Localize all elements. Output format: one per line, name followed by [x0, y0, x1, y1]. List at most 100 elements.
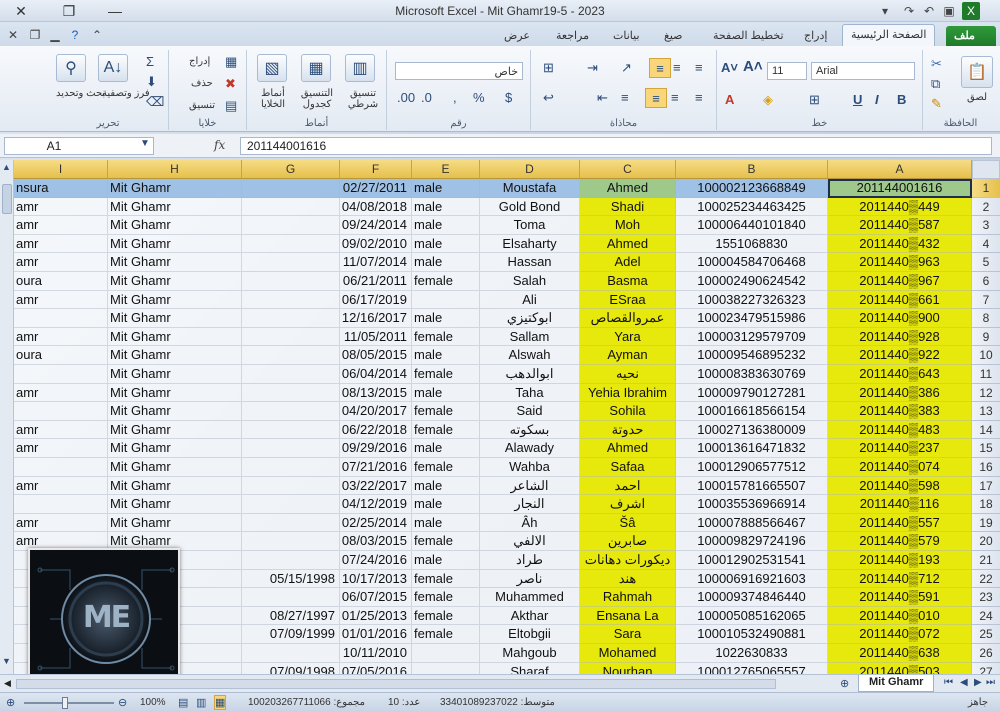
- cell-g6[interactable]: [242, 272, 340, 291]
- copy-icon[interactable]: ⧉: [931, 76, 940, 92]
- cell-d9[interactable]: Sallam: [480, 327, 580, 347]
- cell-f12[interactable]: 08/13/2015: [340, 383, 412, 403]
- cell-h6[interactable]: Mit Ghamr: [108, 272, 242, 291]
- cell-i17[interactable]: amr: [14, 476, 108, 496]
- sort-filter-label[interactable]: فرز وتصفية: [102, 88, 150, 99]
- cell-h2[interactable]: Mit Ghamr: [108, 197, 242, 217]
- justify-icon[interactable]: ≡: [695, 90, 703, 105]
- sheet-tab-mit-ghamr[interactable]: Mit Ghamr: [858, 675, 935, 692]
- cell-i14[interactable]: amr: [14, 420, 108, 440]
- cell-g17[interactable]: [242, 476, 340, 496]
- cell-i4[interactable]: amr: [14, 234, 108, 254]
- row-header[interactable]: 16: [972, 458, 1000, 477]
- cell-c7[interactable]: ESraa: [580, 290, 676, 310]
- cell-c14[interactable]: حدوتة: [580, 420, 676, 440]
- cell-f3[interactable]: 09/24/2014: [340, 216, 412, 235]
- row-header[interactable]: 4: [972, 234, 1000, 254]
- column-header-c[interactable]: C: [580, 160, 676, 179]
- minimize-workbook-icon[interactable]: ▁: [46, 26, 64, 44]
- cell-c3[interactable]: Moh: [580, 216, 676, 235]
- cell-d2[interactable]: Gold Bond: [480, 197, 580, 217]
- row-header[interactable]: 17: [972, 476, 1000, 496]
- cell-c4[interactable]: Ahmed: [580, 234, 676, 254]
- cell-i15[interactable]: amr: [14, 439, 108, 458]
- cell-g19[interactable]: [242, 513, 340, 533]
- cell-e8[interactable]: male: [412, 309, 480, 328]
- align-middle-icon[interactable]: ≡: [673, 60, 681, 75]
- orientation-icon[interactable]: ↗: [621, 60, 632, 76]
- cell-b17[interactable]: 100015781665507: [676, 476, 828, 496]
- cell-d18[interactable]: النجار: [480, 495, 580, 514]
- cell-g1[interactable]: [242, 179, 340, 198]
- cell-a1[interactable]: 201144001616: [828, 179, 972, 198]
- cell-e10[interactable]: male: [412, 346, 480, 365]
- scroll-up-icon[interactable]: ▲: [2, 162, 11, 172]
- sort-filter-icon[interactable]: A↓: [98, 54, 128, 82]
- row-header[interactable]: 5: [972, 253, 1000, 272]
- grow-font-icon[interactable]: A˄: [743, 58, 763, 75]
- insert-cells-icon[interactable]: ▦: [225, 54, 237, 70]
- cell-i3[interactable]: amr: [14, 216, 108, 235]
- clear-icon[interactable]: ⌫: [146, 94, 164, 110]
- cell-h7[interactable]: Mit Ghamr: [108, 290, 242, 310]
- cell-c22[interactable]: هند: [580, 569, 676, 589]
- excel-app-icon[interactable]: X: [962, 2, 980, 20]
- row-header[interactable]: 18: [972, 495, 1000, 514]
- cell-h3[interactable]: Mit Ghamr: [108, 216, 242, 235]
- formula-input[interactable]: 201144001616: [240, 137, 992, 155]
- column-header-g[interactable]: G: [242, 160, 340, 179]
- cell-c26[interactable]: Mohamed: [580, 644, 676, 663]
- cell-d13[interactable]: Said: [480, 402, 580, 421]
- cell-e5[interactable]: male: [412, 253, 480, 272]
- redo-icon[interactable]: ↷: [900, 2, 918, 20]
- cell-a13[interactable]: 2011440▒383: [828, 402, 972, 421]
- cell-e27[interactable]: [412, 662, 480, 674]
- cell-f25[interactable]: 01/01/2016: [340, 625, 412, 644]
- cell-h5[interactable]: Mit Ghamr: [108, 253, 242, 272]
- row-header[interactable]: 23: [972, 588, 1000, 607]
- cell-g26[interactable]: [242, 644, 340, 663]
- cell-b23[interactable]: 100009374846440: [676, 588, 828, 607]
- row-header[interactable]: 9: [972, 327, 1000, 347]
- cell-b18[interactable]: 100035536966914: [676, 495, 828, 514]
- number-format-select[interactable]: خاص: [395, 62, 523, 80]
- cell-a17[interactable]: 2011440▒598: [828, 476, 972, 496]
- cell-a10[interactable]: 2011440▒922: [828, 346, 972, 365]
- cell-e6[interactable]: female: [412, 272, 480, 291]
- fill-icon[interactable]: ⬇: [146, 74, 157, 90]
- insert-sheet-icon[interactable]: ⊕: [840, 677, 849, 690]
- cell-e23[interactable]: female: [412, 588, 480, 607]
- font-color-icon[interactable]: A: [725, 92, 734, 107]
- font-size-select[interactable]: 11: [767, 62, 807, 80]
- cell-f9[interactable]: 11/05/2011: [340, 327, 412, 347]
- cell-f21[interactable]: 07/24/2016: [340, 551, 412, 570]
- cell-a5[interactable]: 2011440▒963: [828, 253, 972, 272]
- row-header[interactable]: 8: [972, 309, 1000, 328]
- row-header[interactable]: 26: [972, 644, 1000, 663]
- cell-b14[interactable]: 100027136380009: [676, 420, 828, 440]
- row-header[interactable]: 15: [972, 439, 1000, 458]
- cell-c20[interactable]: صابرين: [580, 532, 676, 551]
- vertical-scrollbar[interactable]: ▲ ▼: [0, 160, 14, 674]
- cell-g16[interactable]: [242, 458, 340, 477]
- cell-c25[interactable]: Sara: [580, 625, 676, 644]
- cell-e15[interactable]: male: [412, 439, 480, 458]
- cell-e22[interactable]: female: [412, 569, 480, 589]
- cell-c18[interactable]: اشرف: [580, 495, 676, 514]
- normal-view-icon[interactable]: ▦: [214, 695, 227, 710]
- cell-d1[interactable]: Moustafa: [480, 179, 580, 198]
- cell-c2[interactable]: Shadi: [580, 197, 676, 217]
- cell-g2[interactable]: [242, 197, 340, 217]
- cell-h16[interactable]: Mit Ghamr: [108, 458, 242, 477]
- scroll-down-icon[interactable]: ▼: [2, 656, 11, 666]
- cell-a12[interactable]: 2011440▒386: [828, 383, 972, 403]
- close-workbook-icon[interactable]: ✕: [4, 26, 22, 44]
- row-header[interactable]: 13: [972, 402, 1000, 421]
- shrink-font-icon[interactable]: A˅: [721, 60, 738, 75]
- zoom-slider-thumb[interactable]: [62, 697, 68, 709]
- delete-cells-button[interactable]: حذف: [191, 78, 213, 89]
- cell-e17[interactable]: male: [412, 476, 480, 496]
- cell-f10[interactable]: 08/05/2015: [340, 346, 412, 365]
- row-header[interactable]: 2: [972, 197, 1000, 217]
- first-sheet-icon[interactable]: ⏭: [986, 677, 995, 688]
